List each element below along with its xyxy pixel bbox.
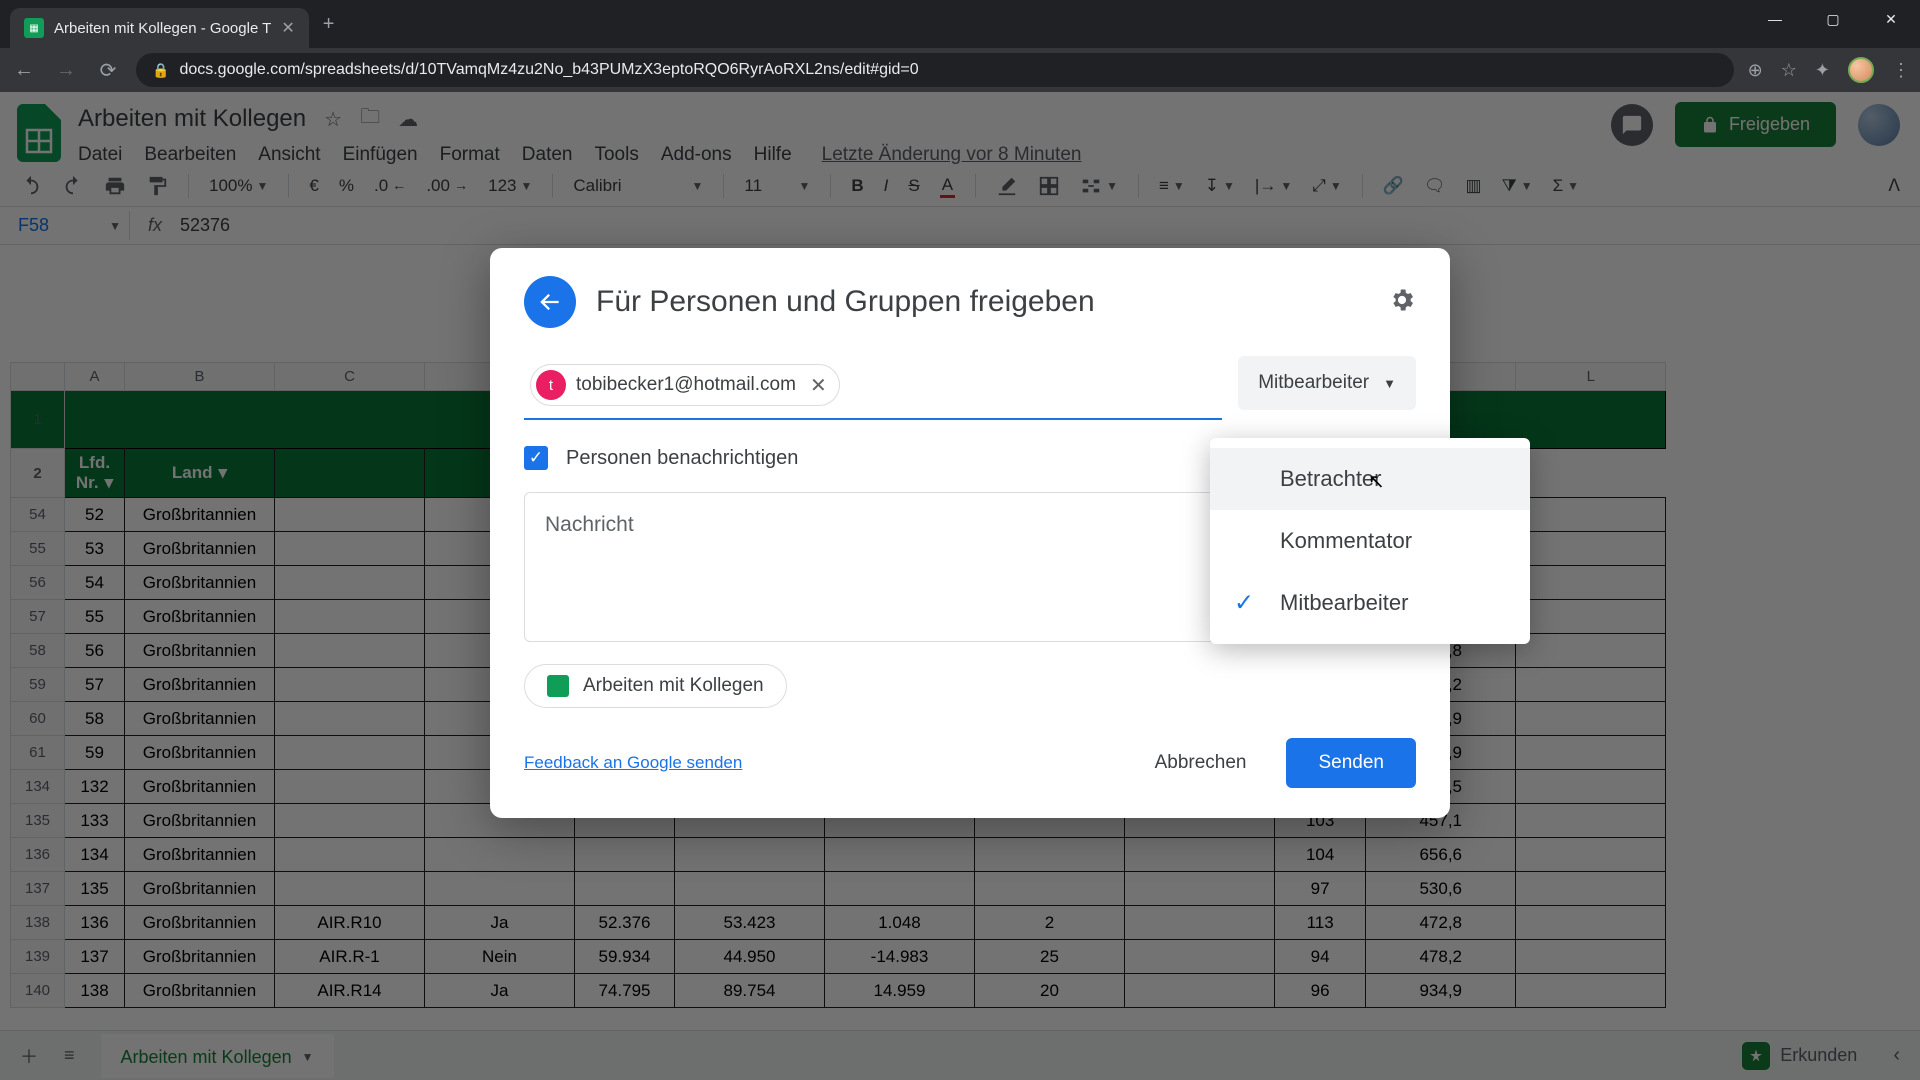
- feedback-link[interactable]: Feedback an Google senden: [524, 753, 742, 773]
- lock-icon: 🔒: [152, 62, 169, 79]
- chip-avatar-icon: t: [536, 370, 566, 400]
- browser-tab[interactable]: ▦ Arbeiten mit Kollegen - Google T ✕: [10, 8, 309, 48]
- notify-checkbox[interactable]: ✓: [524, 446, 548, 470]
- check-icon: ✓: [1234, 589, 1254, 618]
- send-button[interactable]: Senden: [1286, 738, 1416, 788]
- attached-doc-chip: Arbeiten mit Kollegen: [524, 664, 787, 708]
- chip-email: tobibecker1@hotmail.com: [576, 374, 796, 396]
- role-option-viewer[interactable]: Betrachter: [1210, 448, 1530, 510]
- dialog-title: Für Personen und Gruppen freigeben: [596, 285, 1368, 319]
- menu-icon[interactable]: ⋮: [1892, 60, 1910, 81]
- minimize-button[interactable]: ―: [1746, 0, 1804, 38]
- profile-avatar-small[interactable]: [1848, 57, 1874, 83]
- browser-tabstrip: ▦ Arbeiten mit Kollegen - Google T ✕ + ―…: [0, 0, 1920, 48]
- recipient-chip[interactable]: t tobibecker1@hotmail.com ✕: [530, 364, 840, 406]
- close-window-button[interactable]: ✕: [1862, 0, 1920, 38]
- dialog-back-button[interactable]: [524, 276, 576, 328]
- role-option-commenter[interactable]: Kommentator: [1210, 510, 1530, 572]
- reload-button[interactable]: ⟳: [94, 58, 122, 83]
- window-controls: ― ▢ ✕: [1746, 0, 1920, 38]
- sheets-file-icon: [547, 675, 569, 697]
- chip-remove-icon[interactable]: ✕: [810, 373, 827, 398]
- extensions-icon[interactable]: ✦: [1815, 60, 1830, 81]
- notify-label: Personen benachrichtigen: [566, 447, 798, 470]
- back-button[interactable]: ←: [10, 59, 38, 82]
- new-tab-button[interactable]: +: [309, 13, 349, 36]
- url-text: docs.google.com/spreadsheets/d/10TVamqMz…: [179, 61, 918, 79]
- dialog-settings-button[interactable]: [1388, 286, 1416, 319]
- sheets-favicon-icon: ▦: [24, 18, 44, 38]
- zoom-icon[interactable]: ⊕: [1748, 60, 1763, 81]
- recipients-input[interactable]: t tobibecker1@hotmail.com ✕: [524, 356, 1222, 420]
- caret-down-icon: ▼: [1383, 376, 1396, 391]
- forward-button[interactable]: →: [52, 59, 80, 82]
- bookmark-icon[interactable]: ☆: [1781, 60, 1797, 81]
- role-dropdown-menu: Betrachter Kommentator ✓ Mitbearbeiter: [1210, 438, 1530, 644]
- cancel-button[interactable]: Abbrechen: [1135, 738, 1267, 788]
- role-selected-label: Mitbearbeiter: [1258, 372, 1369, 394]
- role-select[interactable]: Mitbearbeiter ▼: [1238, 356, 1416, 410]
- tab-close-icon[interactable]: ✕: [281, 18, 294, 38]
- address-bar[interactable]: 🔒 docs.google.com/spreadsheets/d/10TVamq…: [136, 53, 1734, 87]
- browser-toolbar: ← → ⟳ 🔒 docs.google.com/spreadsheets/d/1…: [0, 48, 1920, 92]
- maximize-button[interactable]: ▢: [1804, 0, 1862, 38]
- role-option-editor[interactable]: ✓ Mitbearbeiter: [1210, 572, 1530, 634]
- tab-title: Arbeiten mit Kollegen - Google T: [54, 20, 271, 37]
